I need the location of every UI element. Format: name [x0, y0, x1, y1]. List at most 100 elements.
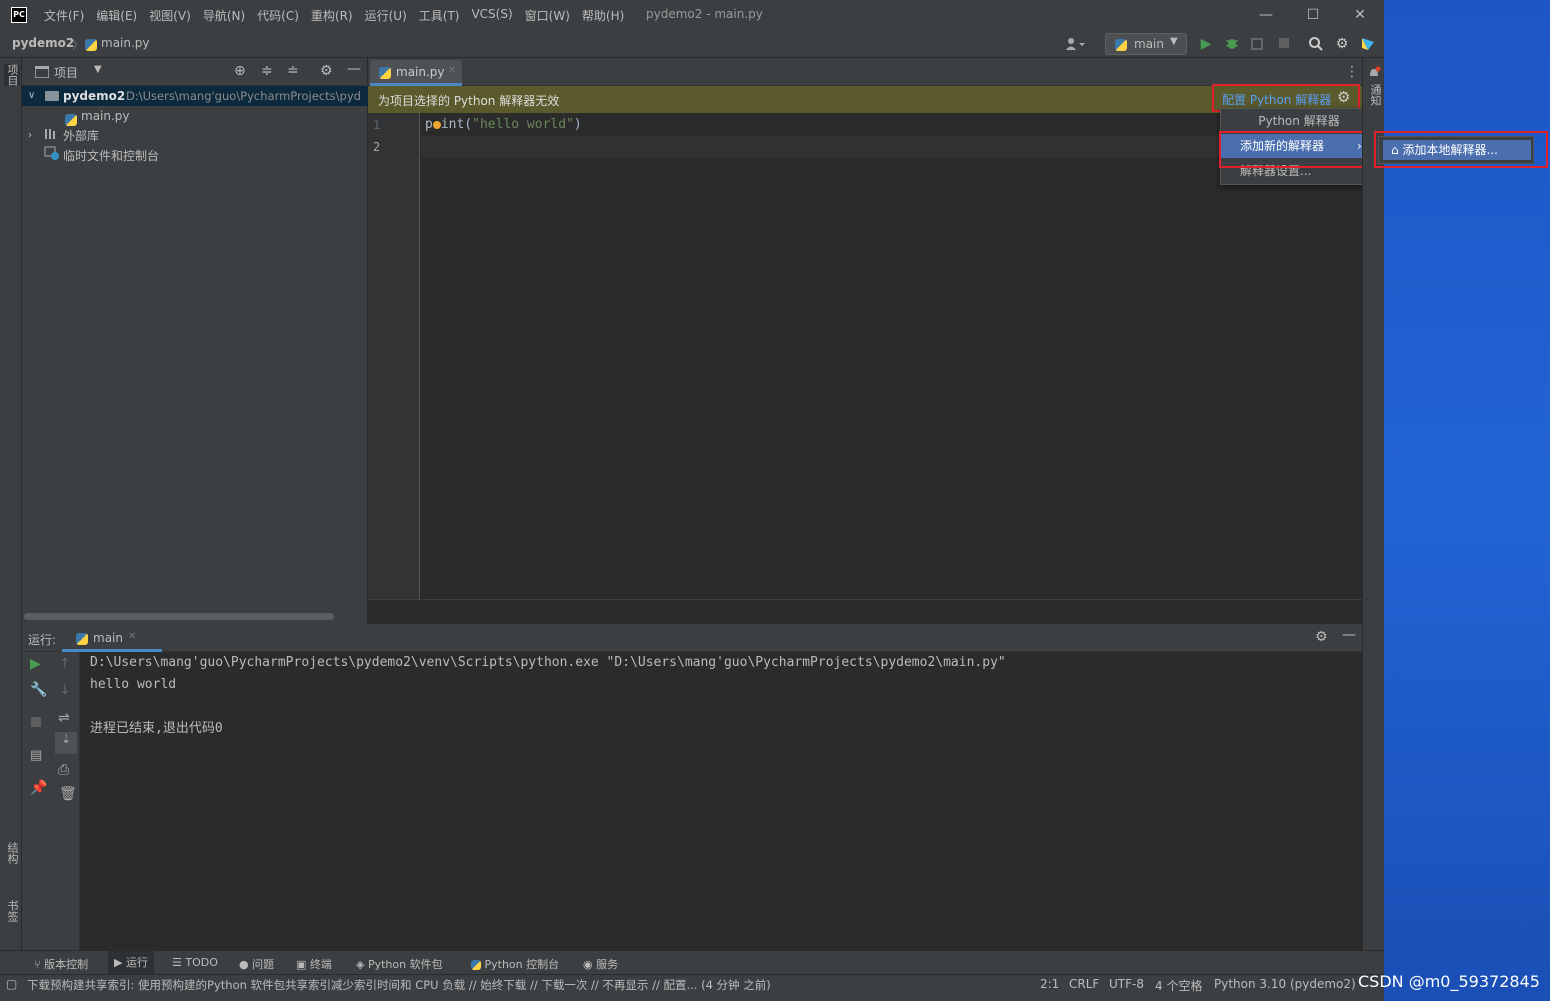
tab-todo[interactable]: ☰ TODO: [172, 956, 218, 969]
menu-window[interactable]: 窗口(W): [525, 7, 570, 24]
tab-problems[interactable]: ● 问题: [239, 956, 274, 972]
menu-code[interactable]: 代码(C): [257, 7, 299, 24]
tree-row-external-libs[interactable]: › 外部库: [22, 126, 368, 146]
more-options-icon[interactable]: ⋮: [1345, 64, 1359, 80]
line-number: 1: [373, 118, 381, 132]
locate-target-icon[interactable]: ⊕: [234, 63, 246, 79]
expand-all-icon[interactable]: ≑: [261, 63, 273, 79]
pin-icon[interactable]: 📌: [30, 780, 47, 796]
chevron-right-icon: ›: [28, 130, 32, 141]
gear-icon[interactable]: ⚙: [320, 63, 333, 79]
file-encoding[interactable]: UTF-8: [1109, 977, 1144, 991]
run-toolbar: ▶ ↑ 🔧 ↓ ⇌ ⇣ ▤ ⎙ 📌 🗑: [22, 652, 80, 950]
gear-icon[interactable]: ⚙: [1315, 629, 1328, 645]
collapse-all-icon[interactable]: ≐: [287, 63, 299, 79]
close-button[interactable]: ✕: [1350, 5, 1370, 25]
tree-row-project-root[interactable]: ∨ pydemo2 D:\Users\mang'guo\PycharmProje…: [22, 86, 368, 106]
menu-file[interactable]: 文件(F): [44, 7, 84, 24]
indent-setting[interactable]: 4 个空格: [1155, 977, 1202, 994]
rerun-icon[interactable]: ▶: [30, 656, 41, 672]
settings-gear-icon[interactable]: ⚙: [1334, 36, 1350, 52]
tab-label: 版本控制: [44, 958, 89, 971]
print-icon[interactable]: ⎙: [58, 762, 69, 778]
user-icon[interactable]: [1063, 36, 1087, 52]
run-tab-label: main: [93, 631, 123, 645]
debug-icon[interactable]: [1224, 36, 1240, 52]
project-tool-tab[interactable]: 项目: [4, 64, 20, 86]
left-tool-strip: 项目 结构 书签: [0, 58, 22, 950]
horizontal-scrollbar[interactable]: [24, 613, 334, 620]
menu-edit[interactable]: 编辑(E): [96, 7, 137, 24]
editor-bottom-border: [368, 599, 1362, 600]
tab-terminal[interactable]: ▣ 终端: [296, 956, 332, 972]
caret-position[interactable]: 2:1: [1040, 977, 1059, 991]
hide-panel-icon[interactable]: —: [1342, 627, 1356, 643]
right-tool-strip: 通知: [1362, 58, 1384, 950]
run-tab-main[interactable]: main ✕: [62, 626, 162, 652]
library-icon: [44, 126, 58, 146]
stop-icon[interactable]: [30, 716, 42, 731]
project-panel-title[interactable]: 项目: [54, 64, 78, 81]
list-icon: ☰: [172, 956, 186, 969]
menu-vcs[interactable]: VCS(S): [471, 7, 512, 24]
wrench-icon[interactable]: 🔧: [30, 682, 47, 698]
python-file-icon: [85, 38, 97, 52]
down-arrow-icon[interactable]: ↓: [59, 682, 71, 698]
status-message[interactable]: 下载预构建共享索引: 使用预构建的Python 软件包共享索引减少索引时间和 C…: [27, 977, 1027, 993]
close-tab-icon[interactable]: ✕: [128, 631, 136, 642]
bookmarks-tool-tab[interactable]: 书签: [4, 900, 20, 922]
close-tab-icon[interactable]: ✕: [448, 65, 456, 76]
structure-tool-tab[interactable]: 结构: [4, 842, 20, 864]
tab-python-console[interactable]: Python 控制台: [471, 956, 559, 972]
run-configuration-select[interactable]: main ▼: [1105, 33, 1187, 55]
gear-icon[interactable]: ⚙: [1337, 88, 1350, 106]
maximize-button[interactable]: ☐: [1303, 5, 1323, 25]
chevron-down-icon[interactable]: ▼: [94, 64, 102, 75]
menu-navigate[interactable]: 导航(N): [203, 7, 245, 24]
jetbrains-toolbox-icon[interactable]: [1360, 36, 1376, 52]
tab-label: 终端: [309, 958, 332, 971]
console-output[interactable]: D:\Users\mang'guo\PycharmProjects\pydemo…: [90, 652, 1006, 740]
coverage-icon[interactable]: [1250, 36, 1266, 52]
tab-version-control[interactable]: ⑂ 版本控制: [34, 956, 88, 972]
services-icon: ◉: [583, 958, 597, 971]
hide-panel-icon[interactable]: —: [347, 61, 361, 77]
up-arrow-icon[interactable]: ↑: [59, 656, 71, 672]
console-line: hello world: [90, 677, 177, 692]
intention-bulb-icon[interactable]: [432, 117, 441, 132]
tab-run[interactable]: ▶ 运行: [108, 951, 154, 975]
menu-run[interactable]: 运行(U): [365, 7, 407, 24]
soft-wrap-icon[interactable]: ⇌: [58, 710, 70, 726]
tab-python-packages[interactable]: ◈ Python 软件包: [356, 956, 443, 972]
breadcrumb-file[interactable]: main.py: [101, 36, 150, 50]
breadcrumb-project[interactable]: pydemo2: [12, 36, 74, 50]
trash-icon[interactable]: 🗑: [59, 786, 77, 802]
interpreter-status[interactable]: Python 3.10 (pydemo2): [1214, 977, 1356, 991]
editor-tab-main-py[interactable]: main.py ✕: [370, 60, 462, 86]
stop-icon[interactable]: [1276, 36, 1292, 52]
line-separator[interactable]: CRLF: [1069, 977, 1099, 991]
tree-row-main-py[interactable]: main.py: [22, 106, 368, 126]
search-icon[interactable]: [1308, 36, 1324, 52]
console-line: 进程已结束,退出代码0: [90, 721, 223, 736]
tree-row-scratches[interactable]: 临时文件和控制台: [22, 146, 368, 166]
notifications-tool-tab[interactable]: 通知: [1367, 84, 1383, 106]
run-config-label: main: [1134, 37, 1164, 51]
menu-refactor[interactable]: 重构(R): [311, 7, 353, 24]
run-icon[interactable]: ▶: [1198, 36, 1214, 52]
code-token: int(: [440, 117, 473, 132]
python-icon: [76, 632, 88, 646]
code-line-1[interactable]: p int("hello world"): [425, 117, 582, 132]
notification-bell-icon[interactable]: [1367, 66, 1381, 83]
status-toggle-icon[interactable]: ▢: [6, 977, 17, 991]
scroll-to-end-icon[interactable]: ⇣: [55, 732, 77, 754]
menu-tools[interactable]: 工具(T): [419, 7, 460, 24]
menu-view[interactable]: 视图(V): [149, 7, 191, 24]
minimize-button[interactable]: —: [1256, 5, 1276, 25]
play-icon: ▶: [114, 956, 126, 969]
menu-help[interactable]: 帮助(H): [582, 7, 624, 24]
tab-services[interactable]: ◉ 服务: [583, 956, 618, 972]
python-icon: [471, 958, 485, 971]
layout-icon[interactable]: ▤: [30, 748, 42, 763]
configure-interpreter-link[interactable]: 配置 Python 解释器: [1222, 91, 1331, 108]
